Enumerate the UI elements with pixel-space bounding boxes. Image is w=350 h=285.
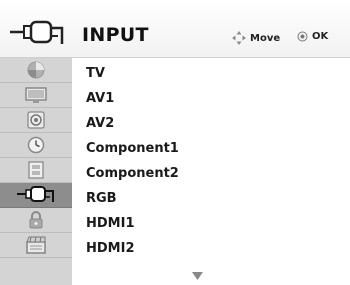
time-icon	[27, 136, 45, 154]
input-option-hdmi1[interactable]: HDMI1	[86, 212, 135, 236]
page-title: INPUT	[82, 24, 149, 46]
ok-button-icon	[297, 31, 308, 42]
input-option-av2[interactable]: AV2	[86, 112, 114, 136]
input-option-av1[interactable]: AV1	[86, 87, 114, 111]
sidebar-item-option[interactable]	[0, 158, 72, 183]
option-icon	[28, 161, 44, 179]
usb-movie-icon	[26, 236, 46, 254]
sidebar-item-screen[interactable]	[0, 83, 72, 108]
input-option-component2[interactable]: Component2	[86, 162, 179, 186]
ok-hint-label: OK	[312, 31, 329, 42]
audio-icon	[27, 111, 45, 129]
sidebar-item-input[interactable]	[0, 183, 72, 208]
move-hint: Move	[232, 31, 280, 45]
menu-header: INPUT Move OK	[0, 0, 350, 58]
sidebar-item-picture[interactable]	[0, 58, 72, 83]
input-option-tv[interactable]: TV	[86, 62, 105, 86]
input-option-hdmi2[interactable]: HDMI2	[86, 237, 135, 261]
menu-sidebar	[0, 58, 72, 285]
input-list: TV AV1 AV2 Component1 Component2 RGB HDM…	[72, 58, 350, 285]
input-plug-icon	[17, 186, 54, 202]
move-hint-label: Move	[250, 32, 281, 44]
navigation-arrows-icon	[232, 31, 246, 45]
sidebar-item-time[interactable]	[0, 133, 72, 158]
sidebar-item-lock[interactable]	[0, 208, 72, 233]
input-plug-icon	[10, 20, 64, 44]
scroll-down-arrow-icon[interactable]	[192, 272, 203, 280]
input-option-rgb[interactable]: RGB	[86, 187, 117, 211]
sidebar-item-audio[interactable]	[0, 108, 72, 133]
ok-hint: OK	[297, 31, 328, 42]
picture-icon	[27, 61, 45, 79]
sidebar-item-usb[interactable]	[0, 233, 72, 258]
lock-icon	[29, 211, 43, 229]
input-option-component1[interactable]: Component1	[86, 137, 179, 161]
screen-icon	[25, 87, 47, 103]
